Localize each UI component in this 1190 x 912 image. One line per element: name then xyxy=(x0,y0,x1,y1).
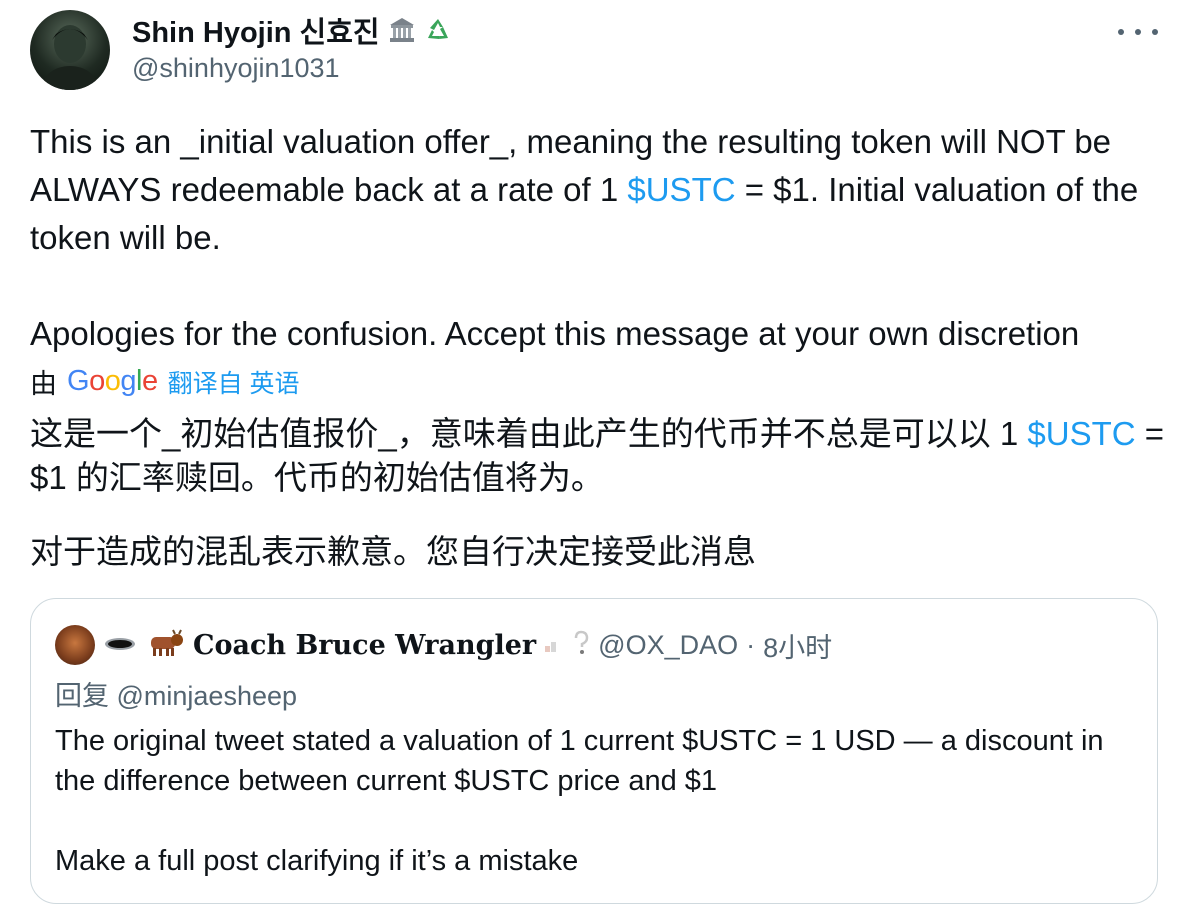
recycle-icon xyxy=(424,16,452,44)
quoted-text-line: Make a full post clarifying if it’s a mi… xyxy=(55,845,579,877)
author-avatar[interactable] xyxy=(30,10,110,90)
classical-building-icon xyxy=(388,16,416,44)
quoted-tweet-header: Coach Bruce Wrangler @OX_DAO · 8小时 xyxy=(55,623,832,667)
translation-attribution: 由 Google 翻译自 英语 xyxy=(30,362,300,401)
author-block: Shin Hyojin 신효진 @shinhyojin1031 xyxy=(132,10,452,84)
more-options-icon[interactable] xyxy=(1118,22,1158,42)
translated-paragraph-2: 对于造成的混乱表示歉意。您自行决定接受此消息 xyxy=(30,533,756,570)
author-name[interactable]: Shin Hyojin 신효진 xyxy=(132,9,380,51)
cashtag-link[interactable]: $USTC xyxy=(627,171,735,208)
translated-from-english-link[interactable]: 翻译自 英语 xyxy=(168,364,300,400)
quoted-author-avatar[interactable] xyxy=(55,625,95,665)
quoted-timestamp[interactable]: 8小时 xyxy=(763,626,832,665)
hole-icon xyxy=(103,633,137,658)
author-name-row: Shin Hyojin 신효진 xyxy=(132,10,452,50)
cashtag-link[interactable]: $USTC xyxy=(1027,415,1135,452)
meta-separator: · xyxy=(746,629,756,660)
reply-to-label: 回复 @minjaesheep xyxy=(55,681,298,711)
avatar-portrait-icon xyxy=(42,25,98,90)
google-logo: Google xyxy=(67,365,158,397)
translated-by-label: 由 xyxy=(30,369,57,399)
quoted-text-line: The original tweet stated a valuation of… xyxy=(55,725,1104,797)
author-handle[interactable]: @shinhyojin1031 xyxy=(132,53,452,84)
quoted-author-handle[interactable]: @OX_DAO xyxy=(598,630,738,661)
chart-icon xyxy=(544,632,564,659)
question-icon xyxy=(572,630,590,661)
translated-paragraph-1: 这是一个_初始估值报价_，意味着由此产生的代币并不总是可以以 1 $USTC =… xyxy=(30,412,1170,500)
ox-icon xyxy=(145,628,185,663)
tweet: Shin Hyojin 신효진 @shinhyojin1031 This is … xyxy=(0,0,1190,912)
tweet-paragraph-2: Apologies for the confusion. Accept this… xyxy=(30,315,1080,352)
quoted-tweet[interactable]: Coach Bruce Wrangler @OX_DAO · 8小时 回复 @m… xyxy=(30,598,1158,904)
tweet-paragraph-1: This is an _initial valuation offer_, me… xyxy=(30,118,1170,262)
quoted-author-name[interactable]: Coach Bruce Wrangler xyxy=(193,630,536,661)
translated-text: 这是一个_初始估值报价_，意味着由此产生的代币并不总是可以以 1 xyxy=(30,415,1028,452)
quoted-tweet-text: The original tweet stated a valuation of… xyxy=(55,721,1135,881)
